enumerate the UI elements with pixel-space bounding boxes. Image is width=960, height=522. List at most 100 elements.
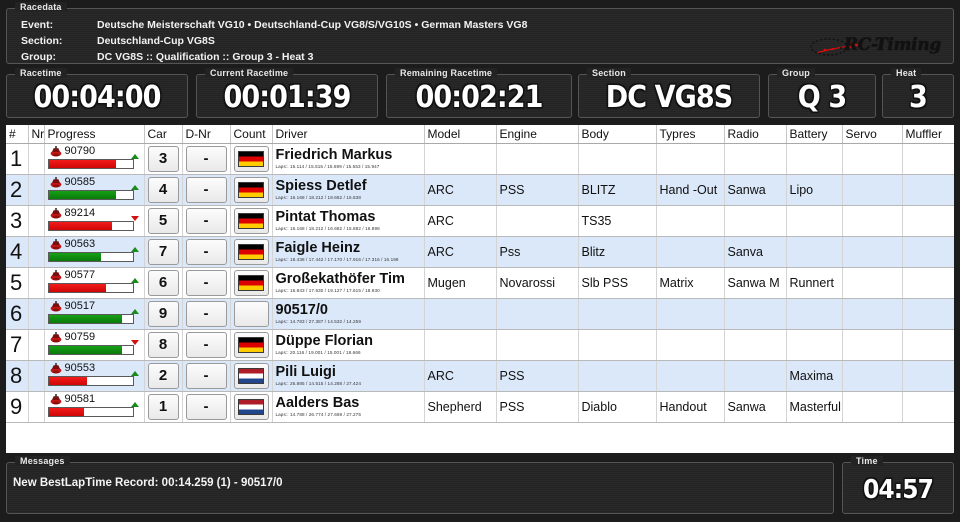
cell-driver[interactable]: Aalders Bas Laps:: 14.788 / 26.774 / 27.6… (272, 391, 425, 423)
table-row[interactable]: 8 90553 2- Pili Luigi Laps:: 26.885 / 14.515… (6, 360, 954, 392)
cell-dnr[interactable]: - (182, 329, 231, 361)
cell-count[interactable] (230, 174, 273, 206)
car-number-box[interactable]: 4 (147, 176, 179, 203)
cell-progress[interactable]: 90581 (44, 391, 145, 423)
driver-number-box[interactable]: - (185, 238, 227, 265)
country-flag-box[interactable] (233, 238, 269, 265)
table-row[interactable]: 5 90577 6- Großekathöfer Tim Laps:: 16.843 /… (6, 267, 954, 299)
cell-car[interactable]: 6 (144, 267, 183, 299)
table-row[interactable]: 2 90585 4- Spiess Detlef Laps:: 16.168 / 18.… (6, 174, 954, 206)
cell-dnr[interactable]: - (182, 267, 231, 299)
cell-progress[interactable]: 89214 (44, 205, 145, 237)
table-row[interactable]: 1 90790 3- Friedrich Markus Laps:: 15.114 / … (6, 143, 954, 175)
col-header-muffler[interactable]: Muffler (902, 125, 954, 144)
cell-count[interactable] (230, 236, 273, 268)
race-standings-grid[interactable]: # Nr Progress Car D-Nr Count Driver Mode… (6, 125, 954, 453)
cell-driver[interactable]: Großekathöfer Tim Laps:: 16.843 / 17.630 … (272, 267, 425, 299)
cell-progress[interactable]: 90585 (44, 174, 145, 206)
cell-car[interactable]: 4 (144, 174, 183, 206)
cell-dnr[interactable]: - (182, 236, 231, 268)
cell-driver[interactable]: Pili Luigi Laps:: 26.885 / 14.515 / 14.28… (272, 360, 425, 392)
col-header-driver[interactable]: Driver (272, 125, 425, 144)
col-header-model[interactable]: Model (424, 125, 497, 144)
cell-dnr[interactable]: - (182, 174, 231, 206)
car-number-box[interactable]: 7 (147, 238, 179, 265)
driver-number-box[interactable]: - (185, 269, 227, 296)
car-number-box[interactable]: 2 (147, 362, 179, 389)
cell-dnr[interactable]: - (182, 298, 231, 330)
cell-dnr[interactable]: - (182, 391, 231, 423)
driver-number-box[interactable]: - (185, 145, 227, 172)
cell-dnr[interactable]: - (182, 360, 231, 392)
country-flag-box[interactable] (233, 207, 269, 234)
col-header-dnr[interactable]: D-Nr (182, 125, 231, 144)
cell-count[interactable] (230, 360, 273, 392)
cell-driver[interactable]: 90517/0 Laps:: 14.783 / 27.387 / 14.532 /… (272, 298, 425, 330)
cell-car[interactable]: 7 (144, 236, 183, 268)
country-flag-box[interactable] (233, 145, 269, 172)
cell-progress[interactable]: 90790 (44, 143, 145, 175)
cell-radio: Sanva (724, 236, 787, 268)
cell-car[interactable]: 1 (144, 391, 183, 423)
cell-car[interactable]: 9 (144, 298, 183, 330)
cell-car[interactable]: 8 (144, 329, 183, 361)
col-header-servo[interactable]: Servo (842, 125, 903, 144)
car-number-box[interactable]: 9 (147, 300, 179, 327)
driver-number-box[interactable]: - (185, 362, 227, 389)
col-header-battery[interactable]: Battery (786, 125, 843, 144)
col-header-typres[interactable]: Typres (656, 125, 725, 144)
car-number-box[interactable]: 8 (147, 331, 179, 358)
driver-number-box[interactable]: - (185, 393, 227, 420)
col-header-body[interactable]: Body (578, 125, 657, 144)
cell-count[interactable] (230, 143, 273, 175)
country-flag-box[interactable] (233, 269, 269, 296)
heat-panel: Heat 3 (882, 68, 954, 118)
table-row[interactable]: 7 90759 8- Düppe Florian Laps:: 20.116 / 19.… (6, 329, 954, 361)
driver-number-box[interactable]: - (185, 207, 227, 234)
table-row[interactable]: 3 89214 5- Pintat Thomas Laps:: 16.168 / 18.… (6, 205, 954, 237)
cell-driver[interactable]: Faigle Heinz Laps:: 18.438 / 17.442 / 17.… (272, 236, 425, 268)
cell-car[interactable]: 3 (144, 143, 183, 175)
cell-count[interactable] (230, 298, 273, 330)
cell-progress[interactable]: 90553 (44, 360, 145, 392)
cell-count[interactable] (230, 267, 273, 299)
car-number-box[interactable]: 5 (147, 207, 179, 234)
cell-driver[interactable]: Düppe Florian Laps:: 20.116 / 19.001 / 15… (272, 329, 425, 361)
event-value: Deutsche Meisterschaft VG10 • Deutschlan… (97, 19, 528, 31)
table-row[interactable]: 6 90517 9- 90517/0 Laps:: 14.783 / 27.387 / … (6, 298, 954, 330)
country-flag-box[interactable] (233, 393, 269, 420)
cell-driver[interactable]: Spiess Detlef Laps:: 16.168 / 18.212 / 18… (272, 174, 425, 206)
col-header-engine[interactable]: Engine (496, 125, 579, 144)
cell-progress[interactable]: 90563 (44, 236, 145, 268)
driver-number-box[interactable]: - (185, 300, 227, 327)
cell-progress[interactable]: 90577 (44, 267, 145, 299)
cell-car[interactable]: 5 (144, 205, 183, 237)
country-flag-box[interactable] (233, 176, 269, 203)
cell-progress[interactable]: 90759 (44, 329, 145, 361)
col-header-progress[interactable]: Progress (44, 125, 145, 144)
cell-driver[interactable]: Friedrich Markus Laps:: 15.114 / 15.515 /… (272, 143, 425, 175)
col-header-car[interactable]: Car (144, 125, 183, 144)
cell-dnr[interactable]: - (182, 205, 231, 237)
cell-dnr[interactable]: - (182, 143, 231, 175)
car-number-box[interactable]: 1 (147, 393, 179, 420)
col-header-count[interactable]: Count (230, 125, 273, 144)
col-header-rank[interactable]: # (6, 125, 29, 144)
car-number-box[interactable]: 3 (147, 145, 179, 172)
driver-number-box[interactable]: - (185, 176, 227, 203)
col-header-radio[interactable]: Radio (724, 125, 787, 144)
col-header-nr[interactable]: Nr (28, 125, 45, 144)
table-row[interactable]: 4 90563 7- Faigle Heinz Laps:: 18.438 / 17.4… (6, 236, 954, 268)
driver-number-box[interactable]: - (185, 331, 227, 358)
country-flag-box[interactable] (233, 300, 269, 327)
car-number-box[interactable]: 6 (147, 269, 179, 296)
cell-count[interactable] (230, 205, 273, 237)
cell-count[interactable] (230, 329, 273, 361)
country-flag-box[interactable] (233, 362, 269, 389)
table-row[interactable]: 9 90581 1- Aalders Bas Laps:: 14.788 / 26.77… (6, 391, 954, 423)
cell-count[interactable] (230, 391, 273, 423)
country-flag-box[interactable] (233, 331, 269, 358)
cell-car[interactable]: 2 (144, 360, 183, 392)
cell-progress[interactable]: 90517 (44, 298, 145, 330)
cell-driver[interactable]: Pintat Thomas Laps:: 16.168 / 18.212 / 16… (272, 205, 425, 237)
